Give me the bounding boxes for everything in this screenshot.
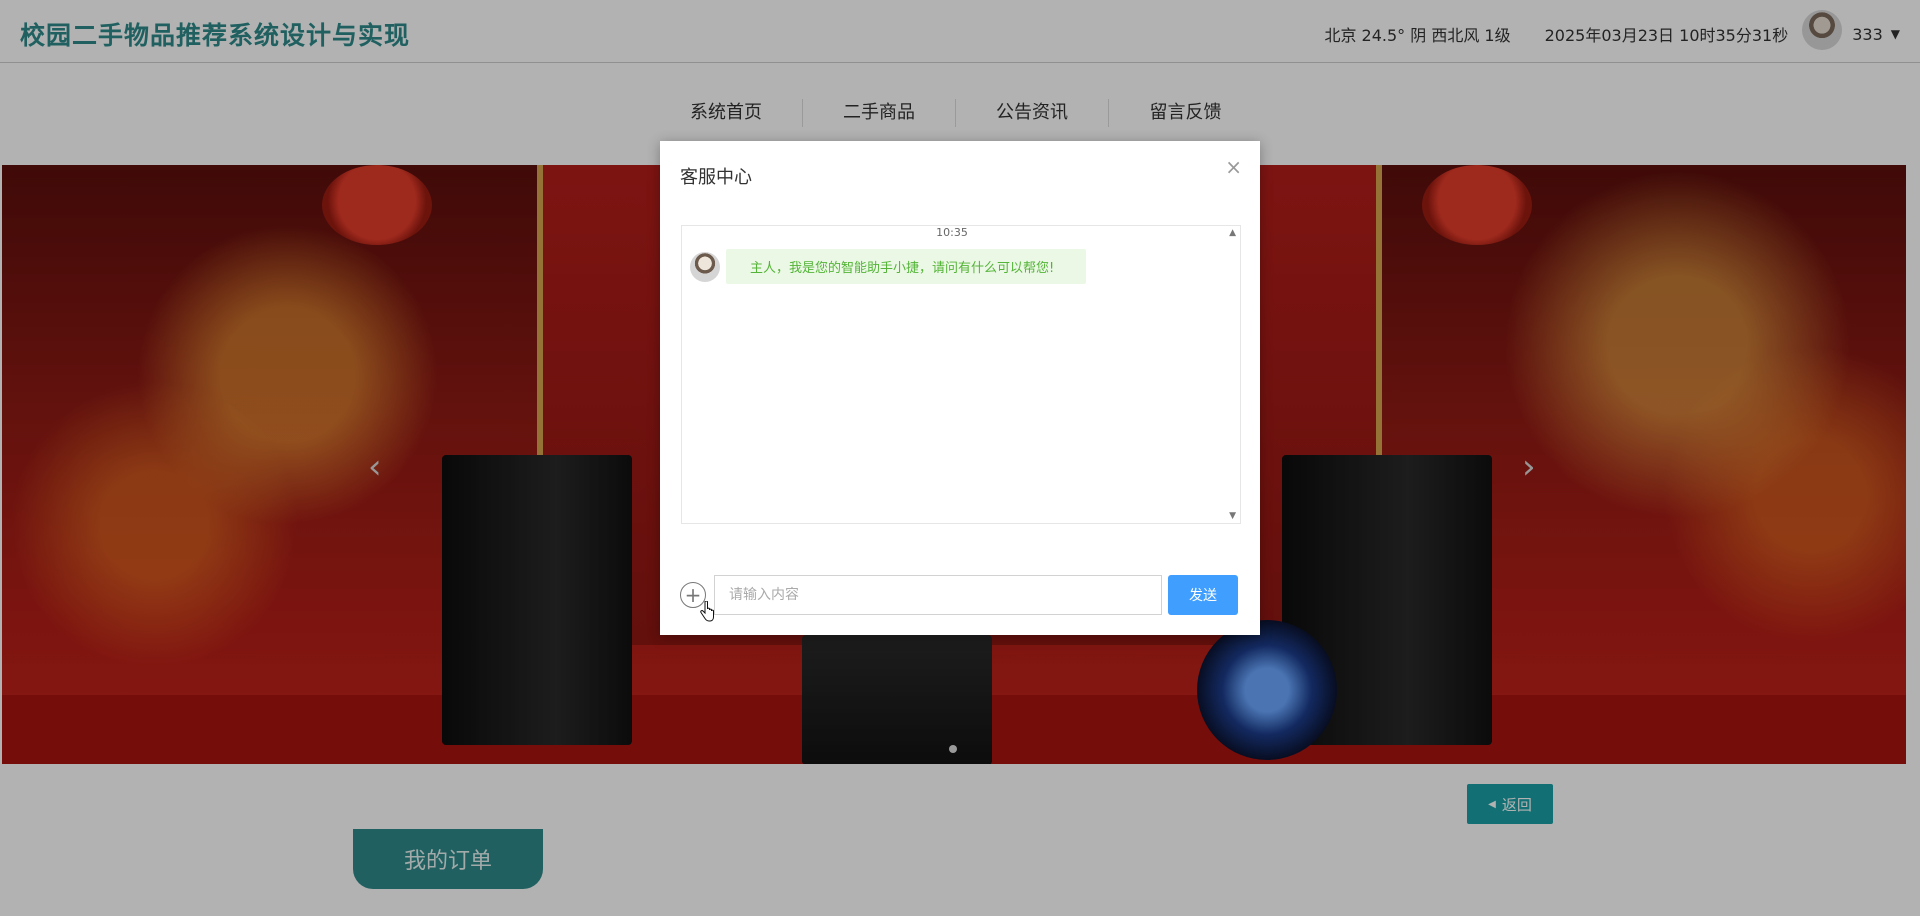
scroll-down-icon[interactable]: ▼ bbox=[1229, 511, 1236, 521]
customer-service-dialog: 客服中心 × 10:35 主人，我是您的智能助手小捷，请问有什么可以帮您! ▲ … bbox=[660, 141, 1260, 635]
chat-history[interactable]: 10:35 主人，我是您的智能助手小捷，请问有什么可以帮您! ▲ ▼ bbox=[681, 225, 1241, 524]
send-button[interactable]: 发送 bbox=[1168, 575, 1238, 615]
chat-input-row: + 发送 bbox=[680, 575, 1238, 615]
hand-cursor-icon bbox=[700, 601, 714, 622]
assistant-avatar bbox=[690, 251, 720, 282]
message-bubble: 主人，我是您的智能助手小捷，请问有什么可以帮您! bbox=[726, 249, 1086, 284]
dialog-title: 客服中心 bbox=[680, 167, 752, 188]
message-timestamp: 10:35 bbox=[936, 226, 968, 239]
scroll-up-icon[interactable]: ▲ bbox=[1229, 228, 1236, 238]
chat-input[interactable] bbox=[714, 575, 1162, 615]
chat-message: 主人，我是您的智能助手小捷，请问有什么可以帮您! bbox=[690, 249, 1086, 284]
close-icon[interactable]: × bbox=[1225, 155, 1242, 179]
